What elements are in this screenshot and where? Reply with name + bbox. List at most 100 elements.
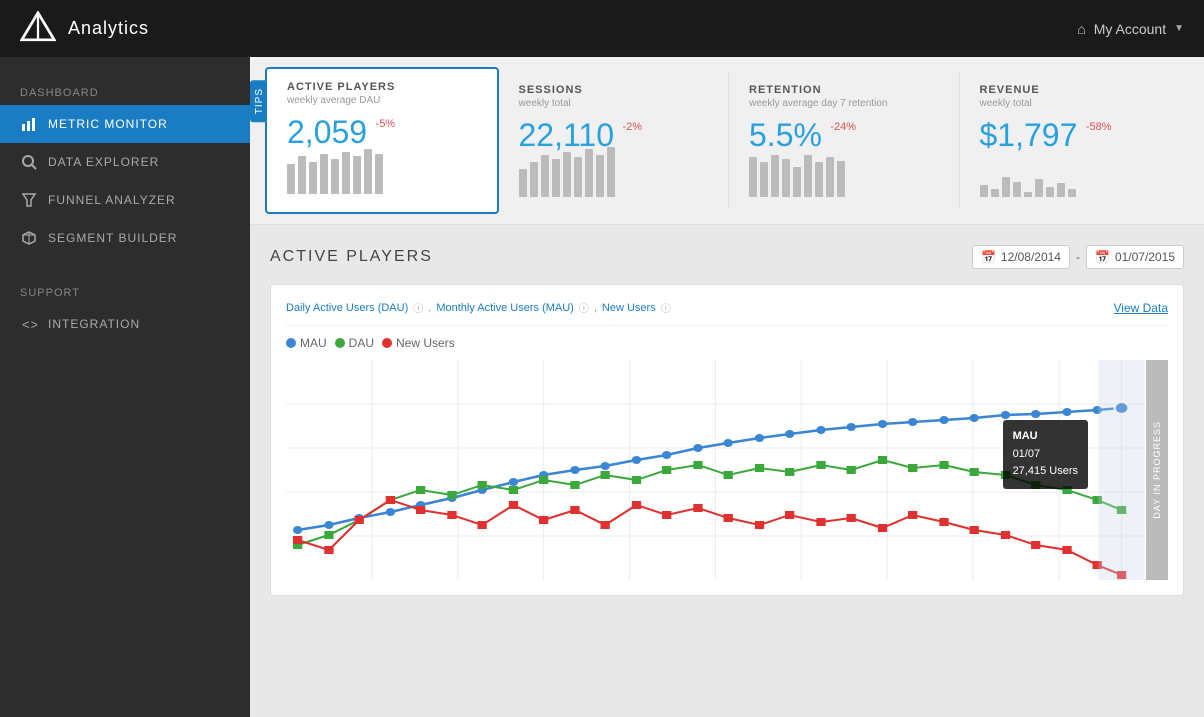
metric-value-revenue: $1,797 (980, 117, 1078, 154)
bar (298, 156, 306, 194)
bar (1002, 177, 1010, 197)
metric-sub-active-players: weekly average DAU (287, 95, 477, 106)
bar (1057, 183, 1065, 197)
sidebar-label-metric-monitor: Metric Monitor (48, 117, 168, 131)
bar (574, 157, 582, 197)
metric-card-revenue[interactable]: REVENUE weekly total $1,797 -58% (960, 72, 1190, 209)
metric-sub-revenue: weekly total (980, 98, 1170, 109)
bar (585, 149, 593, 197)
bar (1024, 192, 1032, 197)
bar (826, 157, 834, 197)
main-layout: Dashboard Metric Monitor Data Explorer F… (0, 57, 1204, 717)
bar (991, 189, 999, 197)
new-users-info-icon[interactable]: ⓘ (661, 300, 671, 315)
bar (287, 164, 295, 194)
metric-title-active-players: ACTIVE PLAYERS (287, 81, 477, 93)
metric-card-retention[interactable]: RETENTION weekly average day 7 retention… (729, 72, 960, 209)
account-menu[interactable]: ⌂ My Account ▼ (1077, 21, 1184, 37)
metric-title-sessions: SESSIONS (519, 84, 709, 96)
metric-sub-retention: weekly average day 7 retention (749, 98, 939, 109)
unity-logo (20, 11, 56, 47)
sidebar-item-segment-builder[interactable]: Segment Builder (0, 219, 250, 257)
chart-legend: MAU DAU New Users (286, 336, 1168, 350)
bar (530, 162, 538, 197)
bar (782, 159, 790, 197)
bar (331, 159, 339, 194)
sidebar-section-dashboard: Dashboard (0, 77, 250, 105)
topnav: Analytics ⌂ My Account ▼ (0, 0, 1204, 57)
metric-value-active-players: 2,059 (287, 114, 367, 151)
dau-info-icon[interactable]: ⓘ (413, 300, 423, 315)
chart-area: MAU 01/07 27,415 Users DAY IN PROGRESS (286, 360, 1168, 580)
bar (1046, 187, 1054, 197)
active-players-section: ACTIVE PLAYERS 📅 12/08/2014 - 📅 01/07/20… (250, 225, 1204, 616)
sidebar-label-data-explorer: Data Explorer (48, 155, 159, 169)
search-icon (20, 153, 38, 171)
section-header: ACTIVE PLAYERS 📅 12/08/2014 - 📅 01/07/20… (270, 245, 1184, 269)
chart-metric-labels: Daily Active Users (DAU) ⓘ , Monthly Act… (286, 300, 1168, 315)
mau-info-icon[interactable]: ⓘ (579, 300, 589, 315)
bar (793, 167, 801, 197)
metric-value-retention: 5.5% (749, 117, 822, 154)
new-users-label: New Users (602, 302, 656, 314)
section-title: ACTIVE PLAYERS (270, 248, 433, 266)
bar (353, 156, 361, 194)
sidebar-item-data-explorer[interactable]: Data Explorer (0, 143, 250, 181)
main-content: Tips ACTIVE PLAYERS weekly average DAU 2… (250, 57, 1204, 717)
metric-sub-sessions: weekly total (519, 98, 709, 109)
account-label: My Account (1094, 21, 1166, 37)
metric-bars-sessions (519, 162, 709, 197)
dau-legend-dot (335, 338, 345, 348)
topnav-left: Analytics (20, 11, 149, 47)
funnel-icon (20, 191, 38, 209)
date-from: 12/08/2014 (1001, 250, 1061, 264)
bar (837, 161, 845, 197)
brackets-icon: <> (20, 315, 38, 333)
legend-new-users: New Users (382, 336, 455, 350)
bar (980, 185, 988, 197)
mau-label: Monthly Active Users (MAU) (436, 302, 574, 314)
view-data-button[interactable]: View Data (1114, 301, 1168, 315)
bar (320, 154, 328, 194)
bar (804, 155, 812, 197)
metric-card-sessions[interactable]: SESSIONS weekly total 22,110 -2% (499, 72, 730, 209)
metric-change-active-players: -5% (376, 118, 396, 130)
dau-label: Daily Active Users (DAU) (286, 302, 408, 314)
chart-svg (286, 360, 1168, 580)
metric-bars-active-players (287, 159, 477, 194)
svg-text:<>: <> (22, 317, 37, 332)
bar (607, 147, 615, 197)
bar (749, 157, 757, 197)
bar (1068, 189, 1076, 197)
metric-bars-retention (749, 162, 939, 197)
legend-dau: DAU (335, 336, 374, 350)
chart-container: Daily Active Users (DAU) ⓘ , Monthly Act… (270, 284, 1184, 596)
bar (771, 155, 779, 197)
metrics-row: ACTIVE PLAYERS weekly average DAU 2,059 … (250, 57, 1204, 225)
label-sep1: , (428, 302, 431, 314)
bar (563, 152, 571, 197)
date-from-picker[interactable]: 📅 12/08/2014 (972, 245, 1070, 269)
new-users-legend-label: New Users (396, 336, 455, 350)
sidebar-item-integration[interactable]: <> Integration (0, 305, 250, 343)
sidebar-item-metric-monitor[interactable]: Metric Monitor (0, 105, 250, 143)
bar (815, 162, 823, 197)
metric-bars-revenue (980, 162, 1170, 197)
metric-change-revenue: -58% (1086, 121, 1112, 133)
bar (364, 149, 372, 194)
sidebar: Dashboard Metric Monitor Data Explorer F… (0, 57, 250, 717)
bar (309, 162, 317, 194)
date-to-picker[interactable]: 📅 01/07/2015 (1086, 245, 1184, 269)
calendar-icon: 📅 (981, 250, 996, 264)
metric-card-active-players[interactable]: ACTIVE PLAYERS weekly average DAU 2,059 … (265, 67, 499, 214)
metric-change-sessions: -2% (622, 121, 642, 133)
date-range: 📅 12/08/2014 - 📅 01/07/2015 (972, 245, 1184, 269)
metric-change-retention: -24% (830, 121, 856, 133)
mau-legend-label: MAU (300, 336, 327, 350)
dau-legend-label: DAU (349, 336, 374, 350)
bar (552, 159, 560, 197)
bar (596, 155, 604, 197)
sidebar-item-funnel-analyzer[interactable]: Funnel Analyzer (0, 181, 250, 219)
date-to: 01/07/2015 (1115, 250, 1175, 264)
label-sep2: , (594, 302, 597, 314)
